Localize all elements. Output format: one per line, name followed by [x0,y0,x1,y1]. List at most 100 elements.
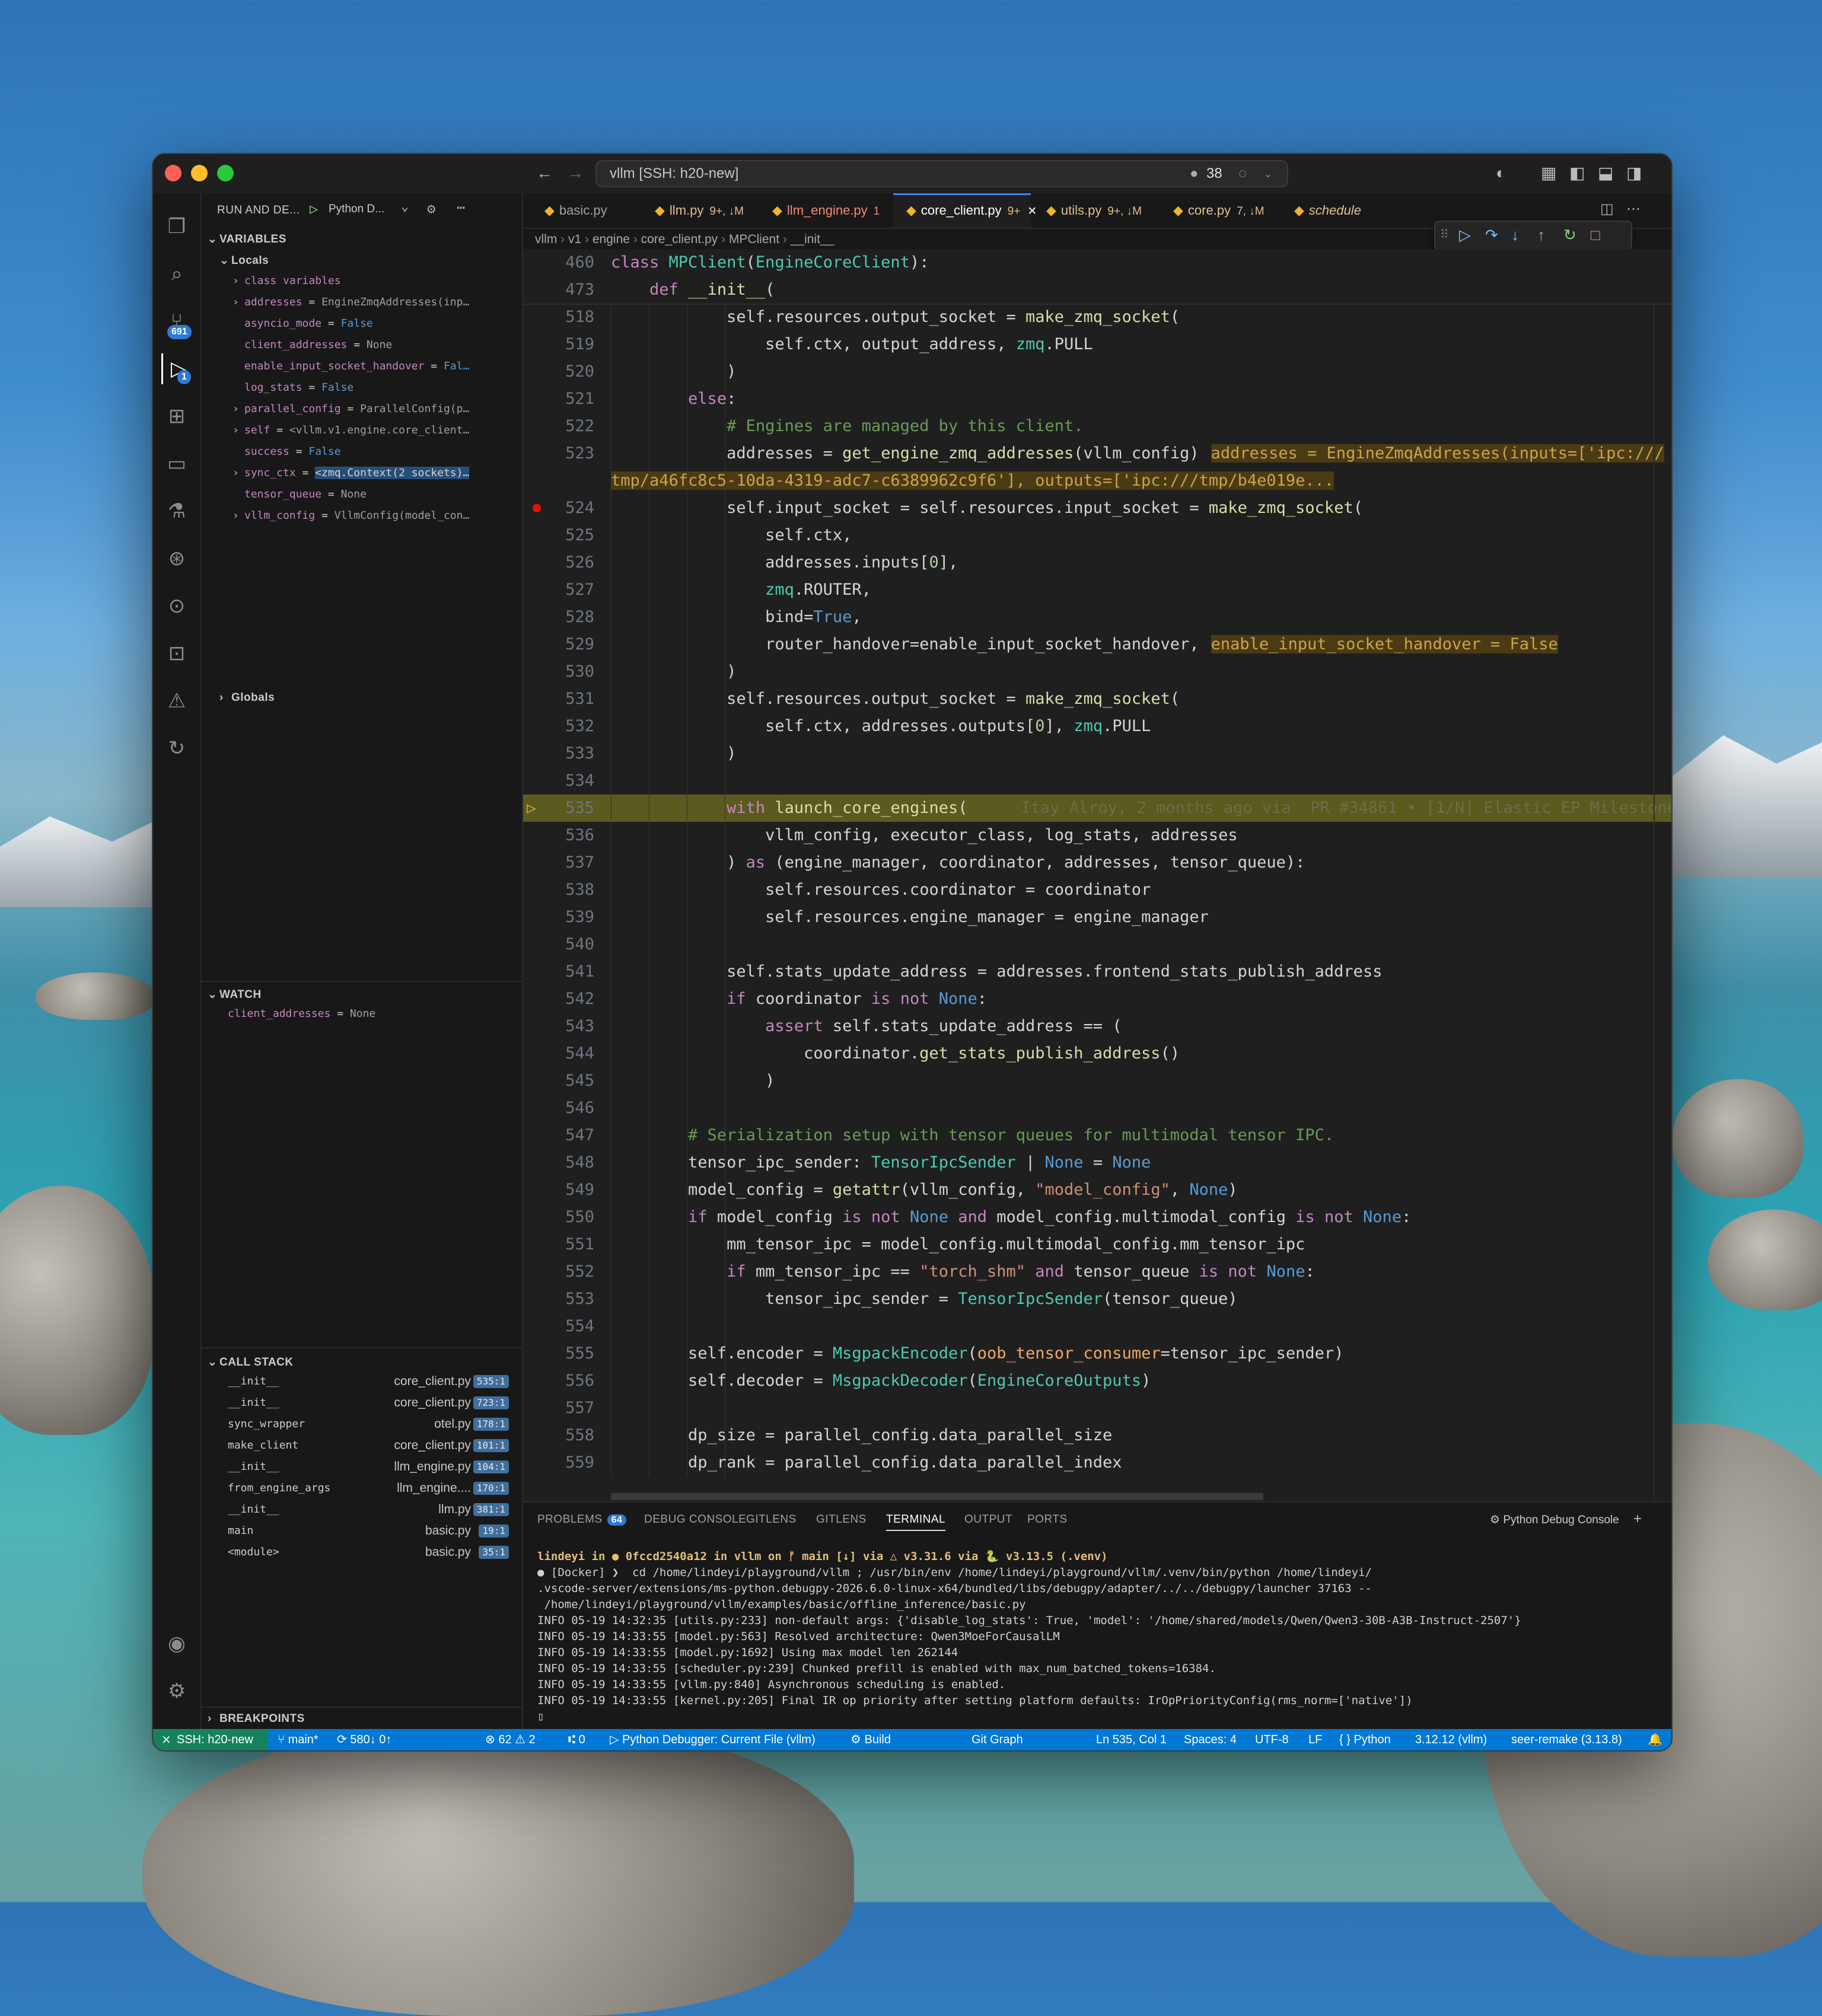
copilot-chat-icon[interactable]: ◌ [1238,161,1247,186]
nav-forward-icon[interactable]: → [567,164,584,183]
panel-tab-debug-console[interactable]: DEBUG CONSOLE [644,1513,746,1526]
indentation[interactable]: Spaces: 4 [1184,1729,1237,1750]
problems-item[interactable]: ⊗ 62 ⚠ 2 [485,1729,536,1750]
code-line[interactable]: 531 self.resources.output_socket = make_… [523,685,1671,713]
editor-scrollbar[interactable] [1654,249,1668,1501]
code-line[interactable]: 549 model_config = getattr(vllm_config, … [523,1176,1671,1204]
code-line[interactable]: 518 self.resources.output_socket = make_… [523,304,1671,331]
breakpoint-icon[interactable] [533,504,541,512]
start-debugging-icon[interactable]: ▷ [310,200,318,217]
tab-core-py[interactable]: ◆ core.py 7, ↓M [1160,193,1279,228]
tab-basic-py[interactable]: ◆ basic.py [531,193,638,228]
code-line[interactable]: 545 ) [523,1067,1671,1095]
stop-icon[interactable]: □ [1591,225,1600,244]
step-out-icon[interactable]: ↑ [1537,225,1545,244]
variable-row[interactable]: › self = <vllm.v1.engine.core_client… [202,420,553,441]
code-line[interactable]: 537 ) as (engine_manager, coordinator, a… [523,849,1671,876]
variable-row[interactable]: success = False [202,441,553,462]
tab-llm-py[interactable]: ◆ llm.py 9+, ↓M [642,193,754,228]
code-line[interactable]: 551 mm_tensor_ipc = model_config.multimo… [523,1231,1671,1258]
more-actions-icon[interactable]: ⋯ [1626,200,1641,218]
code-line[interactable]: 552 if mm_tensor_ipc == "torch_shm" and … [523,1258,1671,1285]
code-line[interactable]: 542 if coordinator is not None: [523,985,1671,1013]
toggle-sidebar-icon[interactable]: ◧ [1569,164,1585,183]
timeline-icon[interactable]: ↻ [161,733,192,764]
ports-item[interactable]: ⑆ 0 [568,1729,585,1750]
tab-utils-py[interactable]: ◆ utils.py 9+, ↓M [1033,193,1158,228]
panel-tab-problems[interactable]: PROBLEMS 64 [537,1513,627,1527]
nav-back-icon[interactable]: ← [536,164,553,183]
run-debug-icon[interactable]: ▷ 1 [161,353,194,384]
variable-row[interactable]: › vllm_config = VllmConfig(model_con… [202,505,553,527]
copilot-icon[interactable]: ◐ [1496,164,1506,183]
code-line[interactable]: 522 # Engines are managed by this client… [523,413,1671,440]
code-editor[interactable]: 460 class MPClient(EngineCoreClient): 473 … [523,249,1671,1501]
code-line[interactable]: tmp/a46fc8c5-10da-4319-adc7-c6389962c9f6… [523,467,1671,495]
code-line[interactable]: 534 [523,767,1671,795]
cursor-position[interactable]: Ln 535, Col 1 [1096,1729,1167,1750]
close-window-button[interactable] [165,165,181,181]
code-line[interactable]: 546 [523,1095,1671,1122]
customize-layout-icon[interactable]: ▦ [1541,164,1556,183]
callstack-frame[interactable]: __init__ llm_engine.py 104:1 [202,1456,522,1478]
code-line[interactable]: 556 self.decoder = MsgpackDecoder(Engine… [523,1367,1671,1395]
variable-row[interactable]: › parallel_config = ParallelConfig(p… [202,398,553,420]
code-line[interactable]: 525 self.ctx, [523,522,1671,549]
variable-row[interactable]: asyncio_mode = False [202,313,553,334]
watch-item[interactable]: client_addresses = None [202,1003,548,1025]
minimize-window-button[interactable] [191,165,208,181]
step-over-icon[interactable]: ↷ [1485,225,1498,244]
code-line[interactable]: 536 vllm_config, executor_class, log_sta… [523,822,1671,849]
code-line[interactable]: 547 # Serialization setup with tensor qu… [523,1122,1671,1149]
testing-icon[interactable]: ⚗ [161,496,192,527]
code-line[interactable]: 558 dp_size = parallel_config.data_paral… [523,1422,1671,1449]
code-line[interactable]: 523 addresses = get_engine_zmq_addresses… [523,440,1671,467]
toggle-panel-icon[interactable]: ⬓ [1598,164,1613,183]
drag-handle-icon[interactable]: ⠿ [1440,225,1449,244]
debug-config-select[interactable]: Python D... [329,203,384,216]
panel-tab-output[interactable]: OUTPUT [964,1513,1012,1526]
code-line[interactable]: 559 dp_rank = parallel_config.data_paral… [523,1449,1671,1476]
remote-explorer-icon[interactable]: ▭ [161,448,192,479]
git-graph-icon[interactable]: ⊙ [161,591,192,621]
current-execution-line[interactable]: ▷ 535 with launch_core_engines(Itay Alroy… [523,795,1671,822]
ruff-icon[interactable]: ⚠ [161,685,192,716]
code-line[interactable]: 544 coordinator.get_stats_publish_addres… [523,1040,1671,1067]
panel-tab-ports[interactable]: PORTS [1027,1513,1068,1526]
callstack-frame[interactable]: main basic.py 19:1 [202,1520,522,1542]
git-blame-annotation[interactable]: Itay Alroy, 2 months ago via PR #34861 •… [1021,799,1672,817]
code-line[interactable]: 521 else: [523,385,1671,413]
split-editor-icon[interactable]: ◫ [1600,200,1614,218]
code-line[interactable]: 533 ) [523,740,1671,767]
callstack-frame[interactable]: __init__ core_client.py 535:1 [202,1371,522,1392]
code-line[interactable]: 526 addresses.inputs[0], [523,549,1671,576]
language-mode[interactable]: { } Python [1339,1729,1391,1750]
restart-icon[interactable]: ↻ [1563,225,1576,244]
breadcrumb-item[interactable]: core_client.py [641,232,718,246]
callstack-section-header[interactable]: ⌄ CALL STACK [208,1355,294,1369]
breadcrumb-item[interactable]: engine [593,232,630,246]
explorer-icon[interactable]: ❐ [161,211,192,242]
variable-row[interactable]: log_stats = False [202,377,553,398]
panel-tab-gitlens[interactable]: GITLENS [746,1513,797,1526]
environment[interactable]: seer-remake (3.13.8) [1511,1729,1622,1750]
build-item[interactable]: ⚙ Build [851,1729,891,1750]
code-line[interactable]: 528 bind=True, [523,604,1671,631]
code-line[interactable]: 554 [523,1313,1671,1340]
branch-item[interactable]: ⑂ main* [278,1729,318,1750]
variable-row[interactable]: client_addresses = None [202,334,553,356]
code-line[interactable]: 538 self.resources.coordinator = coordin… [523,876,1671,904]
code-line[interactable]: 555 self.encoder = MsgpackEncoder(oob_te… [523,1340,1671,1367]
variable-row[interactable]: › sync_ctx = <zmq.Context(2 sockets)… [202,462,553,484]
code-line[interactable]: 557 [523,1395,1671,1422]
code-line[interactable]: 529 router_handover=enable_input_socket_… [523,631,1671,658]
breadcrumb-item[interactable]: vllm [535,232,557,246]
breadcrumb-item[interactable]: v1 [568,232,581,246]
encoding[interactable]: UTF-8 [1255,1729,1289,1750]
sticky-line[interactable]: 460 class MPClient(EngineCoreClient): [523,249,1671,276]
variables-section-header[interactable]: ⌄ VARIABLES [208,232,286,246]
code-line[interactable]: 539 self.resources.engine_manager = engi… [523,904,1671,931]
code-line[interactable]: 530 ) [523,658,1671,685]
code-line[interactable]: 541 self.stats_update_address = addresse… [523,958,1671,985]
eol[interactable]: LF [1308,1729,1322,1750]
